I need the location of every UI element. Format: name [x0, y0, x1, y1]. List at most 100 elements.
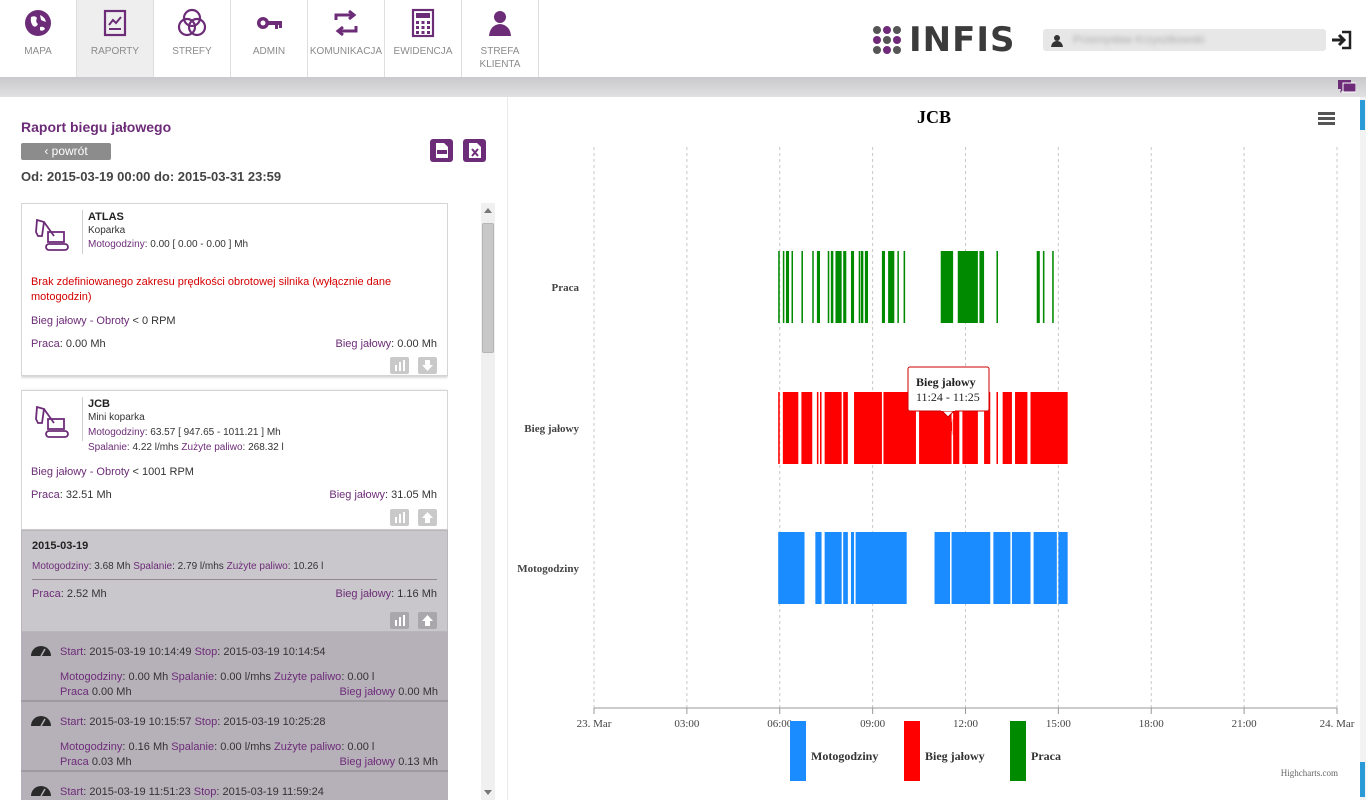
chart-button[interactable] [390, 509, 409, 526]
series-bar [812, 251, 814, 323]
work-label: Praca [31, 489, 60, 501]
legend-label: Praca [1031, 749, 1061, 763]
machine-type: Koparka [88, 225, 126, 236]
x-tick-label: 18:00 [1139, 718, 1165, 730]
nav-komunikacja[interactable]: KOMUNIKACJA [308, 0, 385, 77]
moto-value: : 3.68 Mh [88, 561, 131, 572]
nav-label: KOMUNIKACJA [309, 46, 383, 57]
series-bar [1042, 251, 1045, 323]
fuel-value: : 0.00 l [341, 671, 375, 683]
machine-list: ATLAS Koparka Motogodziny: 0.00 [ 0.00 -… [21, 203, 448, 800]
scroll-thumb-bottom[interactable] [1360, 762, 1365, 797]
stop-label: Stop [194, 646, 218, 658]
segment-row[interactable]: Start: 2015-03-19 10:15:57 Stop: 2015-03… [21, 702, 448, 772]
series-bar [1015, 392, 1028, 464]
nav-mapa[interactable]: MAPA [0, 0, 77, 77]
work-label: Praca [31, 338, 60, 350]
exchange-icon [334, 9, 358, 37]
back-button[interactable]: ‹ powrót [21, 143, 111, 160]
segment-stats: Motogodziny: 0.16 Mh Spalanie: 0.00 l/mh… [60, 741, 374, 753]
idle-rpm-row: Bieg jałowy - Obroty < 0 RPM [31, 315, 176, 327]
page-scrollbar[interactable] [1360, 97, 1366, 800]
fuel-label: Zużyte paliwo [226, 561, 288, 572]
burn-label: Spalanie [171, 671, 215, 683]
series-bar [864, 251, 868, 323]
moto-label: Motogodziny [88, 239, 145, 250]
moto-row: Motogodziny: 63.57 [ 947.65 - 1011.21 ] … [88, 427, 281, 438]
nav-ewidencja[interactable]: EWIDENCJA [385, 0, 462, 77]
series-bar [888, 251, 895, 323]
stop-value: 2015-03-19 11:59:24 [222, 786, 324, 798]
burn-label: Spalanie [171, 741, 215, 753]
collapse-button[interactable] [418, 509, 437, 526]
segment-row[interactable]: Start: 2015-03-19 10:14:49 Stop: 2015-03… [21, 632, 448, 702]
collapse-button[interactable] [418, 612, 437, 629]
series-bar [903, 251, 906, 323]
nav-label: ADMIN [252, 46, 286, 57]
moto-value: : 0.00 Mh [122, 671, 169, 683]
chart-button[interactable] [390, 357, 409, 374]
scroll-thumb[interactable] [1360, 100, 1365, 130]
burn-value: : 4.22 l/mhs [126, 442, 179, 453]
work-value: 0.00 Mh [91, 686, 132, 698]
tooltip-time: 11:24 - 11:25 [916, 390, 980, 404]
export-pdf-button[interactable] [430, 139, 453, 162]
idle-label: Bieg jałowy [339, 756, 396, 768]
segment-row[interactable]: Start: 2015-03-19 11:51:23 Stop: 2015-03… [21, 772, 448, 800]
series-bar [830, 251, 834, 323]
nav-strefa-klienta[interactable]: STREFA KLIENTA [462, 0, 539, 77]
tooltip-marker [943, 422, 952, 431]
work-row: Praca: 32.51 Mh [31, 489, 112, 501]
divider [82, 397, 83, 441]
x-tick-label: 21:00 [1232, 718, 1258, 730]
series-bar [801, 251, 803, 323]
scroll-up-arrow[interactable] [484, 208, 492, 213]
export-xls-button[interactable] [463, 139, 486, 162]
series-bar [897, 251, 899, 323]
logout-icon[interactable] [1330, 29, 1354, 51]
series-bar [827, 251, 830, 323]
list-scrollbar[interactable] [481, 203, 495, 800]
nav-raporty[interactable]: RAPORTY [77, 0, 154, 77]
stop-value: 2015-03-19 10:14:54 [223, 646, 326, 658]
pdf-icon [436, 143, 448, 158]
idle-value: 0.00 Mh [398, 686, 438, 698]
report-icon [103, 9, 127, 37]
scroll-thumb[interactable] [482, 223, 494, 353]
bar-chart-icon [395, 512, 405, 523]
moto-value: : 63.57 [ 947.65 - 1011.21 ] Mh [144, 427, 281, 438]
idle-rpm-value: < 0 RPM [129, 315, 176, 327]
arrow-up-icon [422, 615, 433, 626]
series-bar [1002, 392, 1012, 464]
segment-work: Praca 0.03 Mh [60, 756, 132, 768]
bar-chart-icon [395, 615, 405, 626]
tooltip-title: Bieg jałowy [916, 375, 976, 389]
start-value: 2015-03-19 10:14:49 [89, 646, 192, 658]
divider [32, 579, 437, 580]
chart-bars [778, 251, 1068, 604]
series-bar [815, 532, 822, 604]
user-box[interactable]: Przemysław Krzysztkowski [1043, 29, 1326, 51]
series-bar [819, 392, 822, 464]
nav-admin[interactable]: ADMIN [231, 0, 308, 77]
series-bar [785, 251, 790, 323]
moto-label: Motogodziny [32, 561, 89, 572]
series-bar [855, 532, 907, 604]
x-tick-label: 12:00 [953, 718, 979, 730]
scroll-down-arrow[interactable] [484, 790, 492, 795]
idle-sum-value: : 0.00 Mh [391, 338, 437, 350]
series-bar [850, 532, 855, 604]
moto-row: Motogodziny: 0.00 [ 0.00 - 0.00 ] Mh [88, 239, 248, 250]
fuel-value: : 0.00 l [341, 741, 375, 753]
series-bar [824, 392, 842, 464]
nav-strefy[interactable]: STREFY [154, 0, 231, 77]
chart-button[interactable] [390, 612, 409, 629]
chat-icon[interactable] [1338, 80, 1356, 94]
series-bar [996, 251, 999, 323]
day-summary: 2015-03-19 Motogodziny: 3.68 Mh Spalanie… [21, 530, 448, 632]
x-tick-label: 06:00 [767, 718, 793, 730]
expand-button[interactable] [418, 357, 437, 374]
main-nav: MAPA RAPORTY STREFY ADMIN KOMUNIKACJA EW… [0, 0, 539, 77]
idle-sum-value: : 1.16 Mh [391, 588, 437, 600]
work-value: : 32.51 Mh [59, 489, 112, 501]
